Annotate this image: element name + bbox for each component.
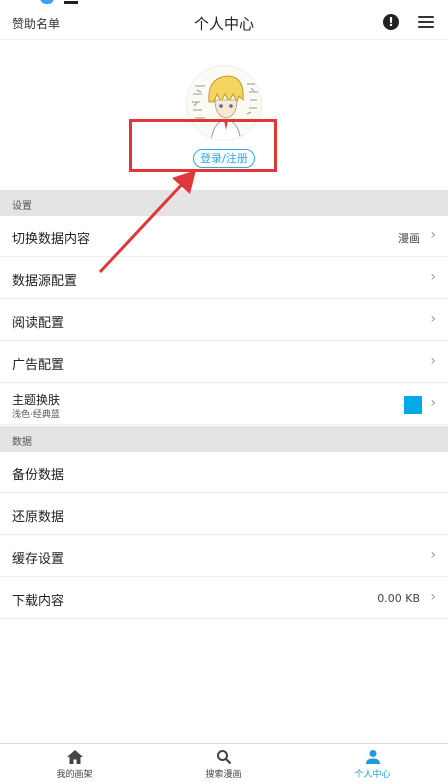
chevron-right-icon: › [430, 395, 436, 411]
chevron-right-icon: › [430, 589, 436, 605]
app-header: 赞助名单 个人中心 ! [0, 6, 448, 40]
settings-item-label: 广告配置 [12, 358, 65, 373]
status-indicator-2 [64, 0, 78, 4]
tab-profile-center[interactable]: 个人中心 [298, 744, 447, 782]
data-item-downloads[interactable]: 下载内容 0.00 KB › [0, 578, 448, 619]
page-title: 个人中心 [193, 15, 254, 33]
settings-item-label: 阅读配置 [12, 316, 65, 331]
tab-label: 我的画架 [56, 770, 93, 780]
tab-label: 个人中心 [354, 770, 391, 780]
section-data-title: 数据 [12, 437, 32, 448]
menu-icon[interactable] [418, 16, 434, 30]
data-item-label: 还原数据 [12, 510, 65, 525]
tab-search-comics[interactable]: 搜索漫画 [149, 744, 298, 782]
settings-item-switch-content[interactable]: 切换数据内容 漫画 › [0, 216, 448, 257]
settings-item-source-config[interactable]: 数据源配置 › [0, 258, 448, 299]
bottom-tab-bar: 我的画架 搜索漫画 个人中心 [0, 743, 448, 782]
annotation-highlight-box [129, 119, 277, 172]
profile-area: 登录/注册 [0, 41, 448, 190]
data-item-label: 下载内容 [12, 594, 65, 609]
chevron-right-icon: › [430, 547, 436, 563]
home-icon [67, 750, 83, 764]
search-icon [217, 750, 232, 765]
status-indicator [40, 0, 54, 4]
chevron-right-icon: › [430, 269, 436, 285]
info-icon[interactable]: ! [383, 14, 399, 30]
person-icon [366, 750, 380, 764]
chevron-right-icon: › [430, 353, 436, 369]
section-settings: 设置 [0, 190, 448, 216]
download-size-value: 0.00 KB [377, 592, 420, 605]
settings-item-theme[interactable]: 主题换肤 浅色·经典蓝 › [0, 384, 448, 425]
chevron-right-icon: › [430, 227, 436, 243]
settings-item-reading-config[interactable]: 阅读配置 › [0, 300, 448, 341]
data-item-backup[interactable]: 备份数据 [0, 452, 448, 493]
tab-label: 搜索漫画 [205, 770, 242, 780]
settings-item-sublabel: 浅色·经典蓝 [12, 410, 60, 420]
settings-item-label: 数据源配置 [12, 274, 78, 289]
chevron-right-icon: › [430, 311, 436, 327]
settings-item-value: 漫画 [398, 232, 420, 245]
settings-item-ad-config[interactable]: 广告配置 › [0, 342, 448, 383]
data-item-restore[interactable]: 还原数据 [0, 494, 448, 535]
tab-my-shelf[interactable]: 我的画架 [0, 744, 149, 782]
data-item-label: 备份数据 [12, 468, 65, 483]
data-item-cache-settings[interactable]: 缓存设置 › [0, 536, 448, 577]
settings-item-label: 主题换肤 [12, 393, 61, 407]
data-item-label: 缓存设置 [12, 552, 65, 567]
section-data: 数据 [0, 426, 448, 452]
section-settings-title: 设置 [12, 201, 32, 212]
theme-color-swatch [404, 396, 422, 414]
settings-item-label: 切换数据内容 [12, 232, 91, 247]
